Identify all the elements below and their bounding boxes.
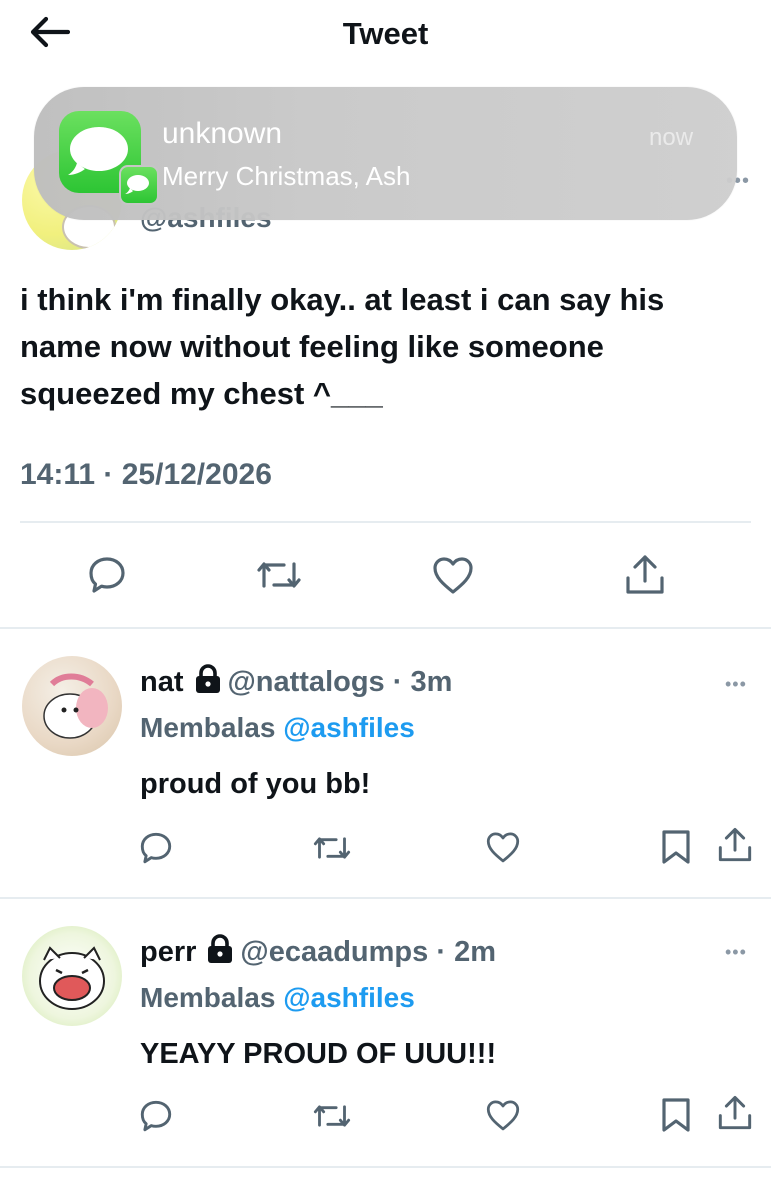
notification-banner[interactable]: unknown Merry Christmas, Ash now [34,87,737,220]
divider [20,521,751,523]
share-icon [716,826,754,864]
author-handle[interactable]: @nattalogs [228,666,385,698]
separator-dot: · [436,936,447,968]
share-icon [623,553,667,597]
share-button[interactable] [716,1094,754,1137]
notification-time: now [649,124,694,151]
reply-icon [86,554,128,596]
tweet-text: i think i'm finally okay.. at least i ca… [20,282,665,411]
share-button[interactable] [623,553,667,602]
author-name[interactable]: perr [140,936,196,968]
reply-time[interactable]: 2m [454,936,496,968]
lock-icon [206,934,234,972]
like-button[interactable] [431,555,475,600]
mention-link[interactable]: @ashfiles [283,712,415,743]
retweet-button[interactable] [312,832,352,869]
replying-label: Membalas [140,982,276,1013]
bookmark-icon [660,829,692,865]
reply-text: YEAYY PROUD OF UUU!!! [140,1038,497,1070]
retweet-icon [312,1100,352,1132]
more-options-icon[interactable]: ••• [725,674,747,695]
notification-sender: unknown [162,117,283,150]
retweet-button[interactable] [255,556,303,599]
like-button[interactable] [485,830,521,869]
reply-icon [138,830,174,866]
lock-icon [194,664,222,702]
reply-header: nat @nattalogs · 3m [140,664,452,702]
author-handle[interactable]: @ecaadumps [240,936,428,968]
messages-badge-icon [119,165,159,205]
divider [0,627,771,629]
share-button[interactable] [716,826,754,869]
reply-text: proud of you bb! [140,768,371,800]
retweet-icon [312,832,352,864]
like-icon [431,555,475,595]
reply-button[interactable] [138,830,174,871]
reply-button[interactable] [138,1098,174,1139]
notification-message: Merry Christmas, Ash [162,161,411,191]
replying-label: Membalas [140,712,276,743]
like-icon [485,1098,521,1132]
retweet-button[interactable] [312,1100,352,1137]
bookmark-button[interactable] [660,829,692,870]
replying-to: Membalas @ashfiles [140,982,415,1014]
divider [0,897,771,899]
reply-button[interactable] [86,554,128,601]
share-icon [716,1094,754,1132]
reply-time[interactable]: 3m [410,666,452,698]
like-icon [485,830,521,864]
more-options-icon[interactable]: ••• [725,942,747,963]
tweet-timestamp[interactable]: 14:11 · 25/12/2026 [20,458,272,492]
reply-icon [138,1098,174,1134]
reply-header: perr @ecaadumps · 2m [140,934,496,972]
bookmark-icon [660,1097,692,1133]
retweet-icon [255,556,303,594]
replying-to: Membalas @ashfiles [140,712,415,744]
avatar[interactable] [22,926,122,1026]
separator-dot: · [392,666,403,698]
author-name[interactable]: nat [140,666,184,698]
mention-link[interactable]: @ashfiles [283,982,415,1013]
page-title: Tweet [342,16,429,51]
like-button[interactable] [485,1098,521,1137]
avatar[interactable] [22,656,122,756]
divider [0,1166,771,1168]
bookmark-button[interactable] [660,1097,692,1138]
